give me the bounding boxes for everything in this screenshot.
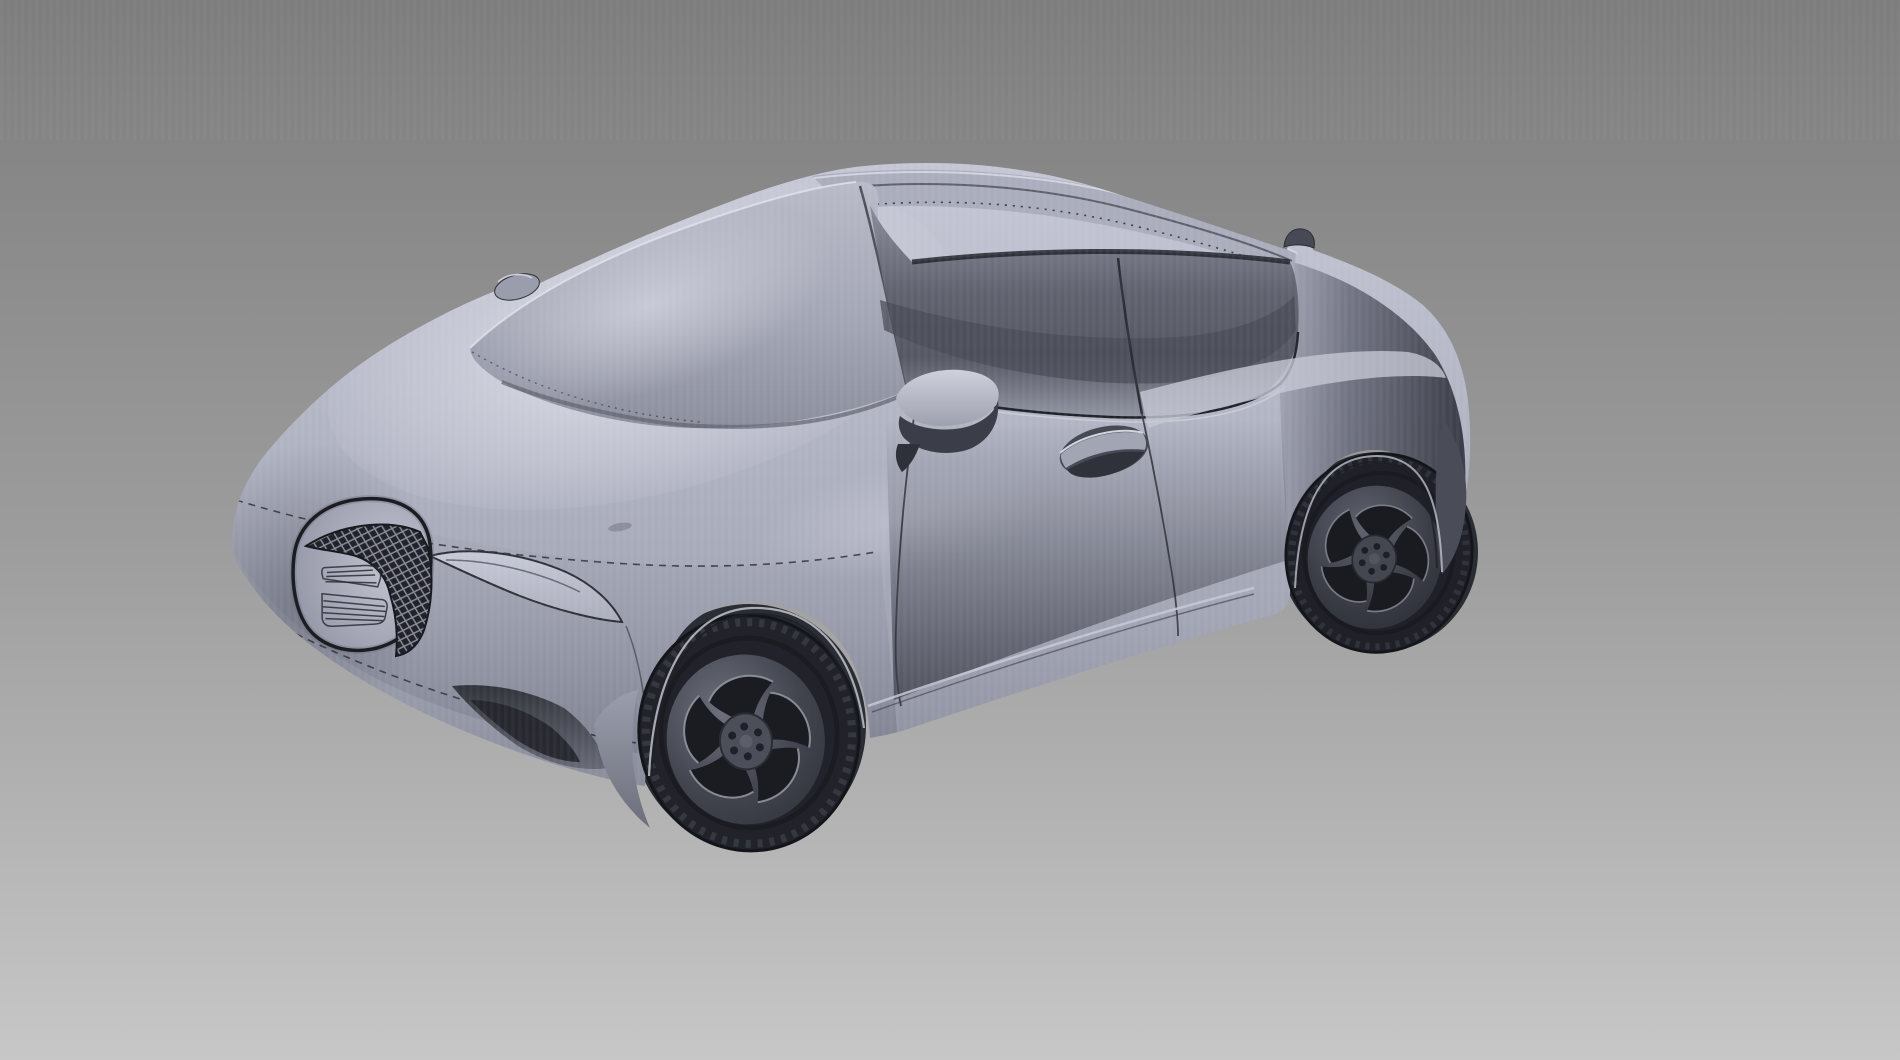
render-viewport [0, 0, 1900, 1060]
car-render-canvas [0, 0, 1900, 1060]
front-grille [293, 499, 431, 656]
background-banding [0, 0, 1900, 140]
